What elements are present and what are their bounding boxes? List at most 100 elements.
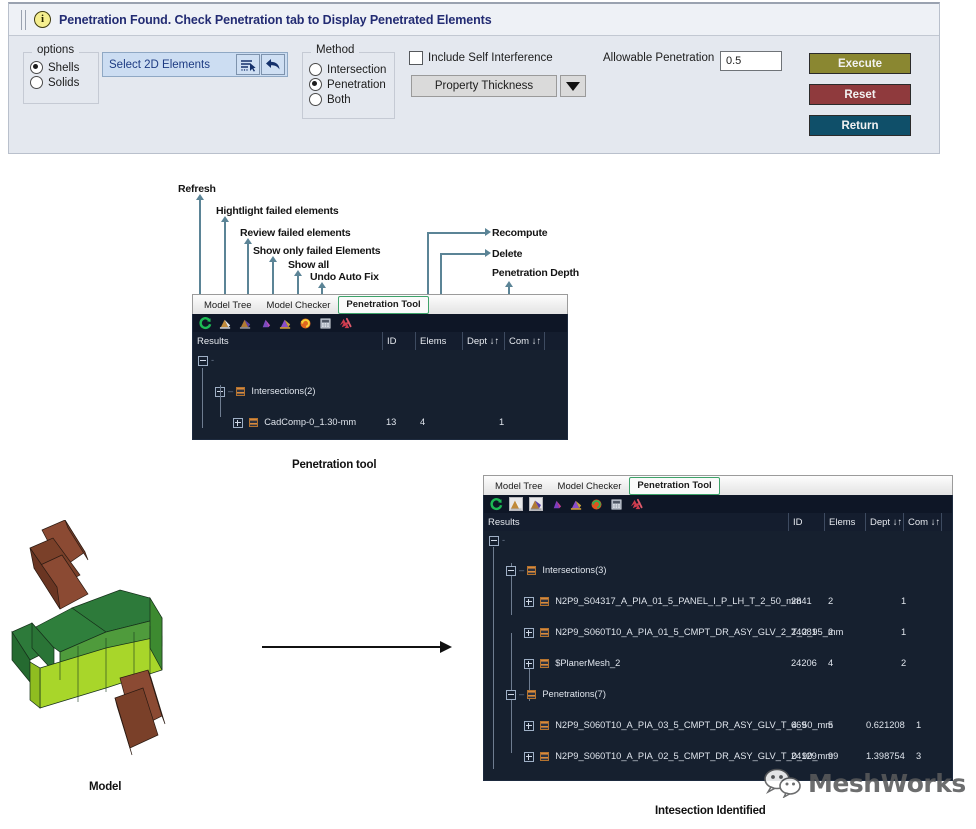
- tree-row-id: 24081: [791, 627, 817, 637]
- include-self-interference-checkbox[interactable]: Include Self Interference: [409, 51, 553, 65]
- info-icon: i: [34, 11, 51, 28]
- recompute-icon[interactable]: [607, 496, 625, 512]
- tree-row-com: 1: [499, 417, 505, 427]
- panel1-col-results[interactable]: Results: [193, 332, 383, 350]
- radio-solids[interactable]: Solids: [30, 76, 98, 89]
- undo-auto-fix-icon[interactable]: [587, 496, 605, 512]
- radio-shells[interactable]: Shells: [30, 61, 98, 74]
- radio-shells-indicator[interactable]: [30, 61, 43, 74]
- method-group: Method Intersection Penetration Both: [302, 44, 395, 119]
- refresh-icon[interactable]: [487, 496, 505, 512]
- panel2-col-com[interactable]: Com ↓↑: [904, 513, 942, 531]
- self-interference-box[interactable]: [409, 51, 423, 65]
- root-expander-icon[interactable]: [489, 535, 499, 546]
- panel1-col-dept[interactable]: Dept ↓↑: [463, 332, 505, 350]
- radio-intersection[interactable]: Intersection: [309, 63, 394, 76]
- chevron-down-icon[interactable]: [560, 75, 586, 97]
- delete-icon[interactable]: [336, 315, 354, 331]
- radio-intersection-indicator[interactable]: [309, 63, 322, 76]
- tree-row-id: 24129: [791, 751, 817, 761]
- tree-row[interactable]: N2P9_S060T10_A_PIA_02_5_CMPT_DR_ASY_GLV_…: [484, 750, 952, 764]
- back-arrow-icon[interactable]: [261, 54, 285, 75]
- panel1-tab-model-checker[interactable]: Model Checker: [260, 298, 338, 314]
- panel1-col-id[interactable]: ID: [383, 332, 416, 350]
- tree-row[interactable]: N2P9_S060T10_A_PIA_01_5_CMPT_DR_ASY_GLV_…: [484, 626, 952, 640]
- expander-icon[interactable]: [524, 751, 534, 762]
- expander-icon[interactable]: [524, 720, 534, 731]
- panel2-tab-model-checker[interactable]: Model Checker: [551, 479, 629, 495]
- execute-button[interactable]: Execute: [809, 53, 911, 74]
- tree-row[interactable]: – Penetrations(7): [484, 688, 952, 702]
- expander-icon[interactable]: [233, 417, 243, 428]
- panel1-col-elems[interactable]: Elems: [416, 332, 463, 350]
- reset-button[interactable]: Reset: [809, 84, 911, 105]
- radio-solids-indicator[interactable]: [30, 76, 43, 89]
- root-expander-icon[interactable]: [198, 355, 208, 366]
- expander-icon[interactable]: [524, 658, 534, 669]
- mesh-grid-icon: [526, 690, 536, 700]
- show-all-icon[interactable]: [567, 496, 585, 512]
- radio-shells-label: Shells: [48, 61, 80, 74]
- tree-row[interactable]: $PlanerMesh_2 24206 4 2: [484, 657, 952, 671]
- mesh-grid-icon: [235, 387, 245, 397]
- panel2-col-dept[interactable]: Dept ↓↑: [866, 513, 904, 531]
- allowable-penetration-input[interactable]: 0.5: [720, 51, 782, 71]
- refresh-icon[interactable]: [196, 315, 214, 331]
- tree-row-label: N2P9_S04317_A_PIA_01_5_PANEL_I_P_LH_T_2_…: [555, 596, 802, 606]
- undo-auto-fix-icon[interactable]: [296, 315, 314, 331]
- chevron-down-glyph: [566, 81, 580, 91]
- radio-solids-label: Solids: [48, 76, 80, 89]
- select-list-icon[interactable]: [236, 54, 260, 75]
- tree-row-elems: 2: [828, 627, 834, 637]
- tree-row-label: Intersections(2): [251, 386, 316, 396]
- return-button[interactable]: Return: [809, 115, 911, 136]
- show-only-failed-icon[interactable]: [547, 496, 565, 512]
- panel2-col-results[interactable]: Results: [484, 513, 789, 531]
- tree-row[interactable]: N2P9_S04317_A_PIA_01_5_PANEL_I_P_LH_T_2_…: [484, 595, 952, 609]
- property-thickness-value[interactable]: Property Thickness: [411, 75, 557, 97]
- radio-penetration[interactable]: Penetration: [309, 78, 394, 91]
- tree-row[interactable]: N2P9_S060T10_A_PIA_03_5_CMPT_DR_ASY_GLV_…: [484, 719, 952, 733]
- tree-row[interactable]: -: [484, 534, 952, 548]
- expander-icon[interactable]: [506, 565, 516, 576]
- panel1-tab-model-tree[interactable]: Model Tree: [197, 298, 259, 314]
- panel2-col-spacer: [942, 513, 952, 531]
- radio-both[interactable]: Both: [309, 93, 394, 106]
- panel2-tab-model-tree[interactable]: Model Tree: [488, 479, 550, 495]
- drag-grip: [21, 9, 26, 30]
- panel2-col-id[interactable]: ID: [789, 513, 825, 531]
- review-failed-icon[interactable]: [236, 315, 254, 331]
- tree-row-elems: 2: [828, 596, 834, 606]
- highlight-failed-icon[interactable]: [216, 315, 234, 331]
- radio-both-indicator[interactable]: [309, 93, 322, 106]
- watermark: MeshWorks: [762, 768, 966, 798]
- status-message-bar: i Penetration Found. Check Penetration t…: [9, 4, 939, 36]
- panel1-tab-penetration-tool[interactable]: Penetration Tool: [338, 296, 429, 314]
- panel1-caption: Penetration tool: [292, 459, 377, 471]
- show-only-failed-icon[interactable]: [256, 315, 274, 331]
- select-2d-elements-field[interactable]: Select 2D Elements: [102, 52, 288, 77]
- tree-row[interactable]: -: [193, 354, 567, 368]
- annotation-arrow-showall: [294, 270, 302, 276]
- radio-penetration-indicator[interactable]: [309, 78, 322, 91]
- allowable-penetration-label: Allowable Penetration: [603, 52, 715, 64]
- flow-arrow-line: [262, 646, 442, 648]
- panel1-col-com[interactable]: Com ↓↑: [505, 332, 545, 350]
- expander-icon[interactable]: [524, 627, 534, 638]
- tree-row[interactable]: – Intersections(2): [193, 385, 567, 399]
- recompute-icon[interactable]: [316, 315, 334, 331]
- expander-icon[interactable]: [506, 689, 516, 700]
- tree-row[interactable]: CadComp-0_1.30-mm 13 4 1: [193, 416, 567, 430]
- tree-row[interactable]: – Intersections(3): [484, 564, 952, 578]
- mesh-grid-icon: [539, 752, 549, 762]
- property-thickness-combo[interactable]: Property Thickness: [411, 75, 586, 97]
- highlight-failed-icon[interactable]: [507, 496, 525, 512]
- delete-icon[interactable]: [627, 496, 645, 512]
- panel2-tab-penetration-tool[interactable]: Penetration Tool: [629, 477, 720, 495]
- review-failed-icon[interactable]: [527, 496, 545, 512]
- panel2-col-elems[interactable]: Elems: [825, 513, 866, 531]
- expander-icon[interactable]: [524, 596, 534, 607]
- annotation-arrow-review: [244, 238, 252, 244]
- show-all-icon[interactable]: [276, 315, 294, 331]
- annotation-arrow-showonly: [269, 256, 277, 262]
